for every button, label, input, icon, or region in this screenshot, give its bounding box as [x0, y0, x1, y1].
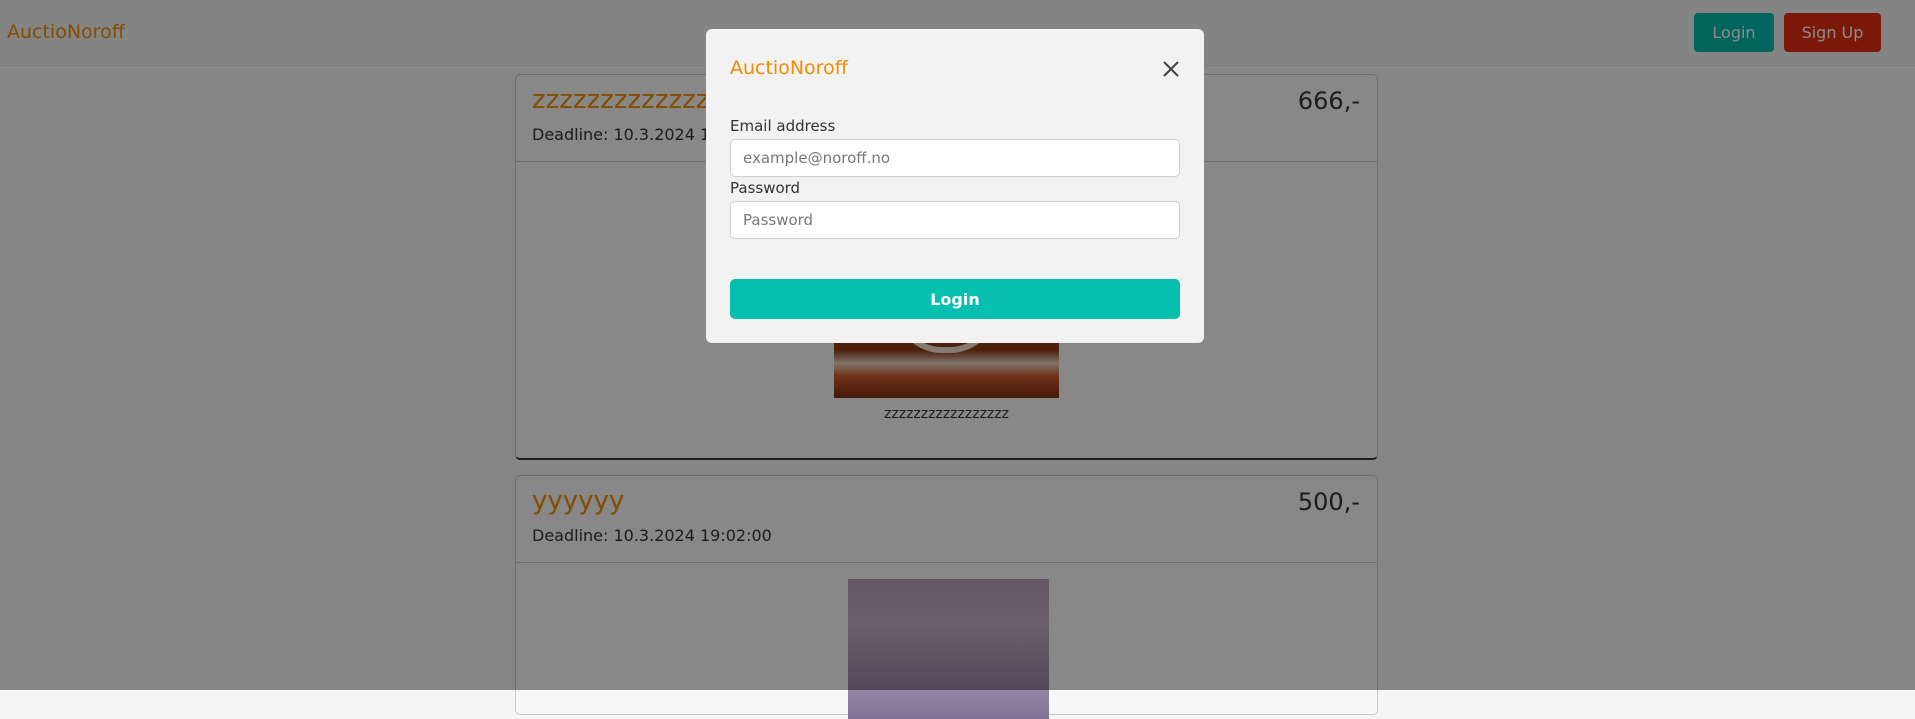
close-icon[interactable] — [1158, 56, 1184, 82]
password-field[interactable] — [730, 201, 1180, 239]
email-label: Email address — [730, 117, 836, 135]
password-label: Password — [730, 179, 801, 197]
modal-title: AuctioNoroff — [730, 57, 848, 79]
login-modal: AuctioNoroff Email address Password Logi… — [706, 29, 1204, 343]
login-submit-button[interactable]: Login — [730, 279, 1180, 319]
email-field[interactable] — [730, 139, 1180, 177]
